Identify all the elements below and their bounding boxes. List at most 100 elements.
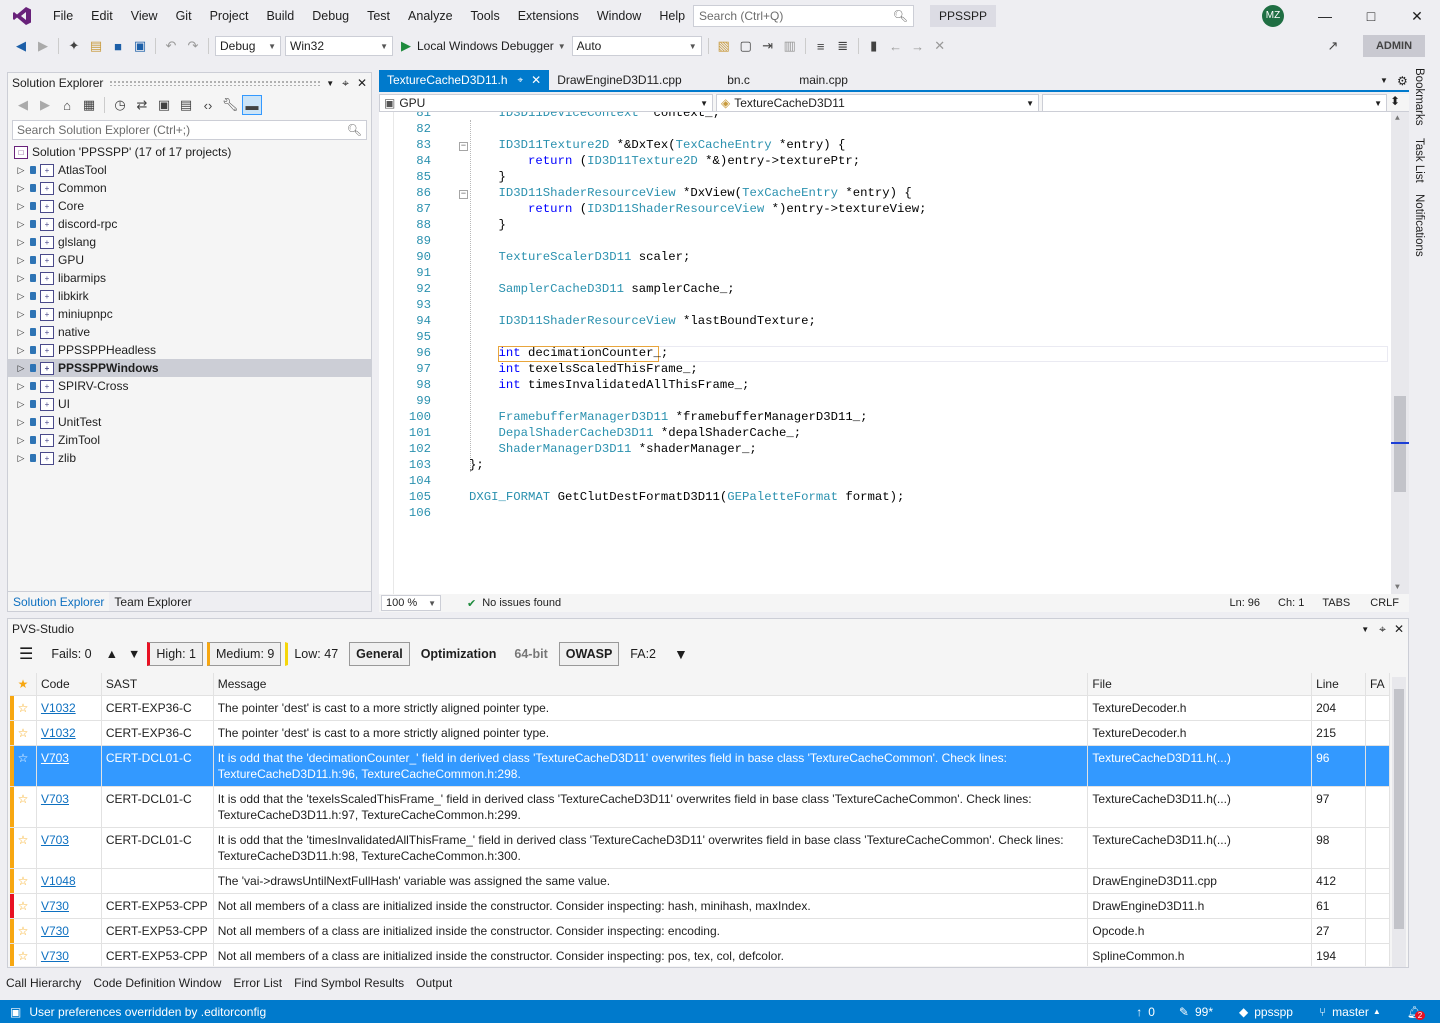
tab-find-symbol-results[interactable]: Find Symbol Results [288,976,410,990]
project-common[interactable]: ▷ + Common [8,179,371,197]
task-list-tab[interactable]: Task List [1413,138,1425,183]
warning-code-link[interactable]: V1032 [41,726,76,740]
code-line[interactable]: } [469,218,506,232]
grid-scrollbar[interactable] [1392,677,1406,967]
dropdown-icon[interactable]: ▼ [326,79,334,88]
expand-arrow-icon[interactable]: ▷ [14,345,28,356]
warning-code-link[interactable]: V730 [41,899,69,913]
solution-root[interactable]: □ Solution 'PPSSPP' (17 of 17 projects) [8,143,371,161]
menu-view[interactable]: View [122,0,167,32]
tab-drawengined3d11-cpp[interactable]: DrawEngineD3D11.cpp [549,70,719,90]
project-dropdown[interactable]: ▣ GPU ▼ [379,94,713,112]
repo-icon[interactable]: ◆ [1239,1005,1248,1019]
properties-icon[interactable]: 🔧︎ [220,95,240,115]
visual-studio-logo-icon[interactable] [0,0,44,32]
tab-error-list[interactable]: Error List [227,976,288,990]
menu-git[interactable]: Git [167,0,201,32]
indent-icon[interactable]: ≡ [811,36,831,56]
tab-solution-explorer[interactable]: Solution Explorer [8,592,110,611]
next-bookmark-icon[interactable]: → [908,36,928,56]
save-all-icon[interactable]: ▣ [130,36,150,56]
issues-status[interactable]: No issues found [482,597,561,609]
menu-help[interactable]: Help [650,0,694,32]
favorite-star-icon[interactable]: ☆ [10,919,37,943]
project-glslang[interactable]: ▷ + glslang [8,233,371,251]
search-input[interactable]: Search (Ctrl+Q) 🔍︎ [693,5,914,27]
code-line[interactable]: ID3D11Texture2D *&DxTex(TexCacheEntry *e… [469,138,846,152]
64bit-filter[interactable]: 64-bit [507,642,554,666]
project-libkirk[interactable]: ▷ + libkirk [8,287,371,305]
view-code-icon[interactable]: ‹› [198,95,218,115]
menu-tools[interactable]: Tools [462,0,509,32]
branch-name[interactable]: master [1332,1005,1369,1019]
filter-icon[interactable]: ▼ [667,642,695,666]
sort-up-icon[interactable]: ▲ [103,642,121,666]
project-core[interactable]: ▷ + Core [8,197,371,215]
tab-list-dropdown-icon[interactable]: ▼ [1380,76,1388,85]
expand-arrow-icon[interactable]: ▷ [14,453,28,464]
solution-search-input[interactable]: Search Solution Explorer (Ctrl+;) 🔍︎ [12,120,367,140]
hamburger-menu-icon[interactable]: ☰ [12,642,40,666]
expand-arrow-icon[interactable]: ▷ [14,255,28,266]
settings-gear-icon[interactable]: ⚙ [1397,74,1408,88]
warning-row[interactable]: ☆ V703 CERT-DCL01-C It is odd that the 'tim… [10,828,1390,869]
switch-views-icon[interactable]: ▦ [79,95,99,115]
warning-row[interactable]: ☆ V730 CERT-EXP53-CPP Not all members of a … [10,944,1390,966]
code-line[interactable]: DXGI_FORMAT GetClutDestFormatD3D11(GEPal… [469,490,904,504]
sort-down-icon[interactable]: ▼ [125,642,143,666]
project-gpu[interactable]: ▷ + GPU [8,251,371,269]
col-line[interactable]: Line [1312,673,1367,696]
redo-icon[interactable]: ↷ [183,36,203,56]
warning-row[interactable]: ☆ V1048 The 'vai->drawsUntilNextFullHash' … [10,869,1390,894]
expand-arrow-icon[interactable]: ▷ [14,291,28,302]
debugger-label[interactable]: Local Windows Debugger [417,39,554,53]
col-message[interactable]: Message [214,673,1089,696]
tab-main-cpp[interactable]: main.cpp [791,70,856,90]
expand-arrow-icon[interactable]: ▷ [14,201,28,212]
code-line[interactable]: int decimationCounter_; [469,346,669,360]
favorite-star-icon[interactable]: ☆ [10,787,37,827]
show-all-files-icon[interactable]: ▤ [176,95,196,115]
menu-test[interactable]: Test [358,0,399,32]
expand-arrow-icon[interactable]: ▷ [14,435,28,446]
project-atlastool[interactable]: ▷ + AtlasTool [8,161,371,179]
tab-code-definition-window[interactable]: Code Definition Window [87,976,227,990]
notifications-bell-icon[interactable]: 🔔︎ 2 [1407,1005,1426,1020]
back-icon[interactable]: ◀ [11,36,31,56]
favorite-star-icon[interactable]: ☆ [10,944,37,966]
fails-filter[interactable]: Fails: 0 [44,642,98,666]
split-icon[interactable]: ⬍ [1390,94,1400,111]
project-spirv-cross[interactable]: ▷ + SPIRV-Cross [8,377,371,395]
open-folder-icon[interactable]: ▤ [86,36,106,56]
tab-output[interactable]: Output [410,976,458,990]
pin-icon[interactable]: ⌖ [342,76,349,91]
sync-icon[interactable]: ⇄ [132,95,152,115]
pin-icon[interactable]: ⌖ [1379,622,1386,637]
code-line[interactable]: ID3D11ShaderResourceView *lastBoundTextu… [469,314,816,328]
menu-project[interactable]: Project [201,0,258,32]
collapse-all-icon[interactable]: ▣ [154,95,174,115]
warning-row[interactable]: ☆ V730 CERT-EXP53-CPP Not all members of a … [10,894,1390,919]
warning-row[interactable]: ☆ V1032 CERT-EXP36-C The pointer 'dest' is … [10,696,1390,721]
expand-arrow-icon[interactable]: ▷ [14,165,28,176]
project-zlib[interactable]: ▷ + zlib [8,449,371,467]
menu-file[interactable]: File [44,0,82,32]
find-in-files-icon[interactable]: ▧ [714,36,734,56]
scope-dropdown[interactable]: ◈ TextureCacheD3D11 ▼ [716,94,1039,112]
minimize-button[interactable]: — [1302,0,1348,32]
owasp-filter[interactable]: OWASP [558,642,620,666]
warning-row[interactable]: ☆ V703 CERT-DCL01-C It is odd that the 'dec… [10,746,1390,787]
bookmark-icon[interactable]: ▮ [864,36,884,56]
new-project-icon[interactable]: ✦ [64,36,84,56]
code-line[interactable]: FramebufferManagerD3D11 *framebufferMana… [469,410,868,424]
project-ppssppheadless[interactable]: ▷ + PPSSPPHeadless [8,341,371,359]
warning-code-link[interactable]: V1032 [41,701,76,715]
expand-arrow-icon[interactable]: ▷ [14,237,28,248]
back-icon[interactable]: ◀ [13,95,33,115]
col-code[interactable]: Code [37,673,102,696]
editor-scrollbar[interactable]: ▼ ▲ [1391,112,1409,594]
code-line[interactable]: ID3D11ShaderResourceView *DxView(TexCach… [469,186,912,200]
expand-arrow-icon[interactable]: ▷ [14,381,28,392]
col-file[interactable]: File [1088,673,1313,696]
notifications-tab[interactable]: Notifications [1413,194,1425,257]
